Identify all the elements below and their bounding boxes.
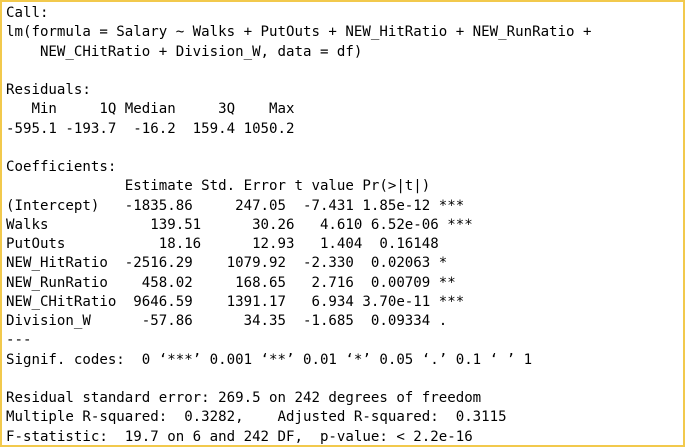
coefficient-row-new-hitratio: NEW_HitRatio -2516.29 1079.92 -2.330 0.0… <box>6 255 465 272</box>
r-console-output: Call: lm(formula = Salary ~ Walks + PutOu… <box>6 4 679 447</box>
separator-line: --- <box>6 332 32 349</box>
coefficients-column-headers: Estimate Std. Error t value Pr(>|t|) <box>6 178 465 195</box>
residual-standard-error-line: Residual standard error: 269.5 on 242 de… <box>6 390 482 406</box>
r-squared-line: Multiple R-squared: 0.3282, Adjusted R-s… <box>6 409 516 426</box>
residuals-labels: Min 1Q Median 3Q Max <box>6 101 295 118</box>
console-frame: Call: lm(formula = Salary ~ Walks + PutOu… <box>0 0 685 447</box>
coefficient-row-intercept: (Intercept) -1835.86 247.05 -7.431 1.85e… <box>6 197 465 214</box>
f-statistic-line: F-statistic: 19.7 on 6 and 242 DF, p-val… <box>6 428 473 445</box>
residuals-header: Residuals: <box>6 82 91 98</box>
coefficient-row-walks: Walks 139.51 30.26 4.610 6.52e-06 *** <box>6 216 473 233</box>
signif-codes-line: Signif. codes: 0 ‘***’ 0.001 ‘**’ 0.01 ‘… <box>6 351 533 368</box>
coefficient-row-putouts: PutOuts 18.16 12.93 1.404 0.16148 <box>6 236 473 252</box>
coefficient-row-division-w: Division_W -57.86 34.35 -1.685 0.09334 . <box>6 313 465 329</box>
call-formula-line-2: NEW_CHitRatio + Division_W, data = df) <box>6 43 363 60</box>
coefficient-row-new-chitratio: NEW_CHitRatio 9646.59 1391.17 6.934 3.70… <box>6 293 465 310</box>
residuals-values: -595.1 -193.7 -16.2 159.4 1050.2 <box>6 120 295 137</box>
coefficient-row-new-runratio: NEW_RunRatio 458.02 168.65 2.716 0.00709… <box>6 274 465 291</box>
call-formula-line-1: lm(formula = Salary ~ Walks + PutOuts + … <box>6 24 592 41</box>
coefficients-header: Coefficients: <box>6 159 117 175</box>
call-header: Call: <box>6 5 49 21</box>
